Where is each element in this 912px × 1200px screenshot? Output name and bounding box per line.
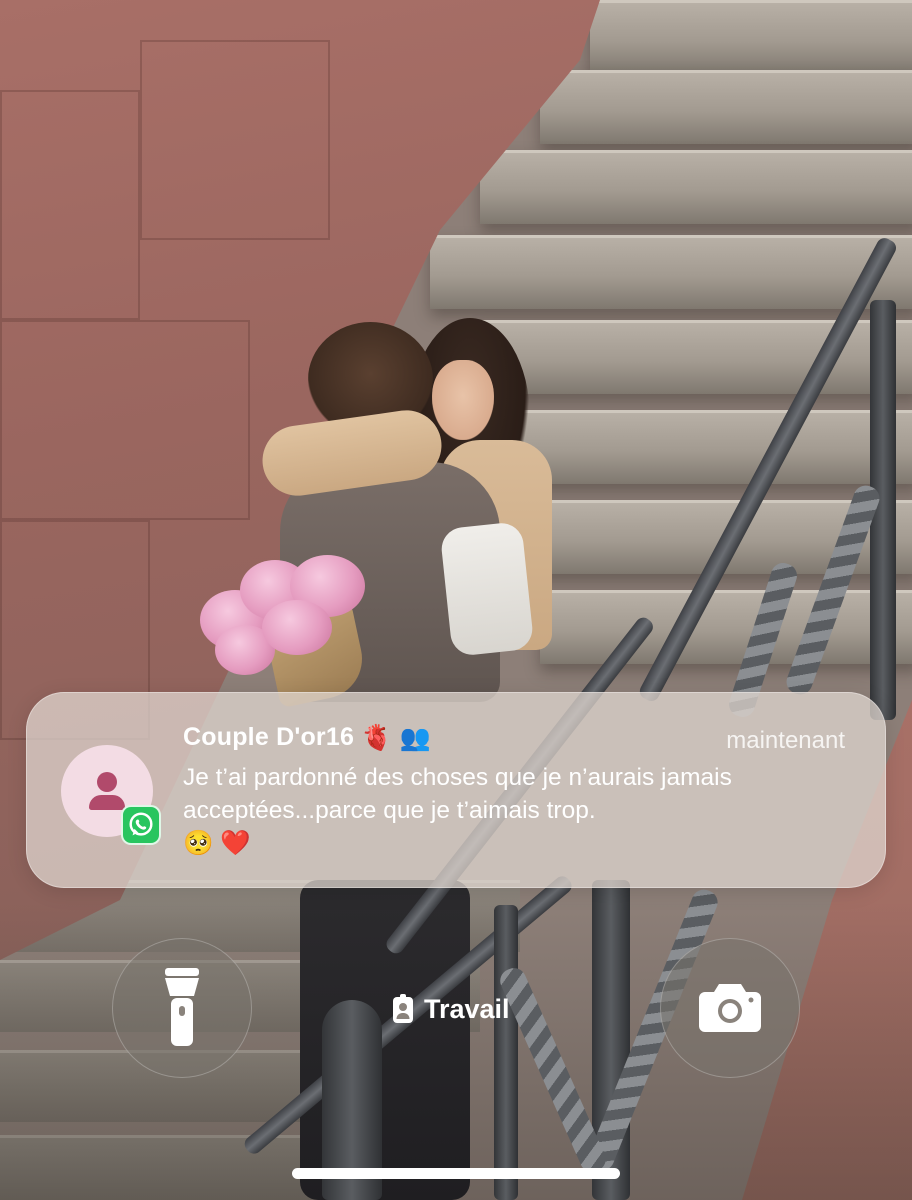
flashlight-button[interactable] xyxy=(112,938,252,1078)
notification-sender: Couple D'or16 🫀 👥 xyxy=(183,723,431,753)
anatomical-heart-icon: 🫀 xyxy=(361,723,393,752)
sender-name: Couple D'or16 xyxy=(183,723,355,751)
people-silhouette-icon: 👥 xyxy=(399,723,432,752)
camera-icon xyxy=(699,984,761,1032)
flashlight-icon xyxy=(165,968,199,1046)
badge-icon xyxy=(393,994,413,1023)
person-icon xyxy=(97,772,117,792)
whatsapp-icon xyxy=(121,805,161,845)
home-indicator[interactable] xyxy=(292,1168,620,1179)
focus-mode-indicator[interactable]: Travail xyxy=(392,992,510,1026)
notification-time: maintenant xyxy=(726,727,845,754)
message-emojis: 🥺 ❤️ xyxy=(183,830,251,857)
camera-button[interactable] xyxy=(660,938,800,1078)
lock-screen: Couple D'or16 🫀 👥 maintenant Je t’ai par… xyxy=(0,0,912,1200)
notification-card[interactable]: Couple D'or16 🫀 👥 maintenant Je t’ai par… xyxy=(26,692,886,888)
focus-mode-label: Travail xyxy=(424,993,510,1024)
message-text: Je t’ai pardonné des choses que je n’aur… xyxy=(183,764,732,824)
notification-message: Je t’ai pardonné des choses que je n’aur… xyxy=(183,761,853,860)
